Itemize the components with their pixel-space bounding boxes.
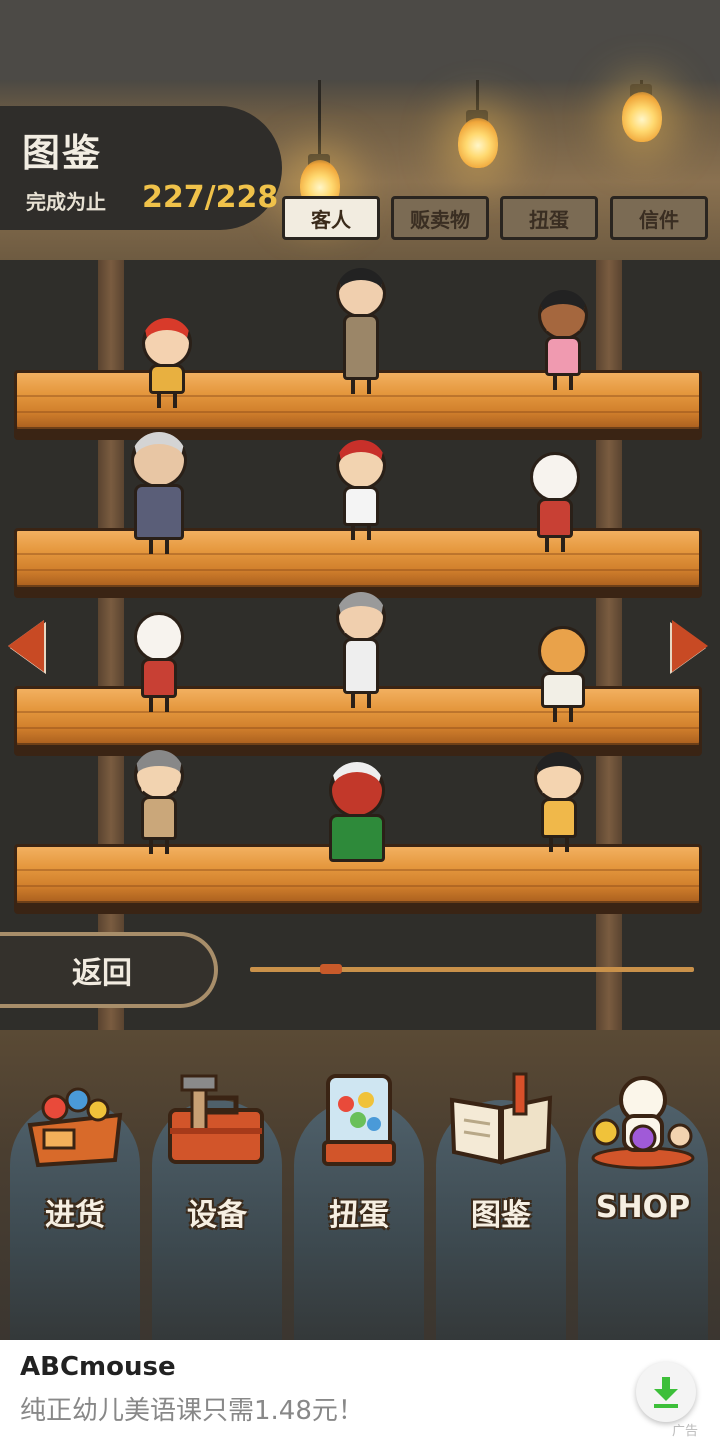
download-button[interactable] <box>636 1362 696 1422</box>
character-beanie-boy[interactable] <box>124 750 194 854</box>
open-book-icon[interactable] <box>446 1070 556 1170</box>
light-bulb-icon <box>622 92 662 142</box>
character-fox-mask[interactable] <box>520 452 590 552</box>
character-winter-girl[interactable] <box>132 318 202 408</box>
next-page-arrow-icon[interactable] <box>672 620 708 672</box>
ad-subtitle[interactable]: 纯正幼儿美语课只需1.48元！ <box>20 1390 364 1427</box>
gacha-machine-icon[interactable] <box>304 1070 414 1170</box>
character-fox-girl[interactable] <box>124 612 194 712</box>
character-cap-boy[interactable] <box>326 440 396 540</box>
previous-page-arrow-icon[interactable] <box>8 620 44 672</box>
character-gray-hair-man[interactable] <box>326 592 396 708</box>
progress-value: 227/228 <box>142 180 279 215</box>
menu-shop-label[interactable]: SHOP <box>573 1190 713 1225</box>
lucky-cat-icon[interactable] <box>588 1070 698 1170</box>
toolbox-icon[interactable] <box>162 1070 272 1170</box>
lamp-wire <box>476 80 479 114</box>
ad-title[interactable]: ABCmouse <box>20 1352 176 1382</box>
stock-basket-icon[interactable] <box>20 1070 130 1170</box>
character-tan-girl[interactable] <box>528 290 598 390</box>
character-lion-dancer[interactable] <box>322 762 392 862</box>
tab-gacha[interactable]: 扭蛋 <box>500 196 598 240</box>
progress-label: 完成为止 <box>26 190 106 214</box>
tab-letters[interactable]: 信件 <box>610 196 708 240</box>
menu-stock-label[interactable]: 进货 <box>5 1190 145 1234</box>
page-title: 图鉴 <box>22 131 103 175</box>
back-button[interactable]: 返回 <box>0 932 218 1008</box>
character-ponytail-girl[interactable] <box>524 752 594 852</box>
ad-tag: 广告 <box>672 1424 699 1439</box>
download-icon <box>654 1377 678 1408</box>
menu-equipment-label[interactable]: 设备 <box>147 1190 287 1234</box>
menu-encyclopedia-label[interactable]: 图鉴 <box>431 1190 571 1234</box>
light-bulb-icon <box>458 118 498 168</box>
top-bar <box>0 0 720 80</box>
lamp-wire <box>318 80 321 160</box>
tab-guests[interactable]: 客人 <box>282 196 380 240</box>
character-shiba-dog[interactable] <box>528 626 598 722</box>
page-slider-thumb[interactable] <box>320 964 342 974</box>
menu-gacha-label[interactable]: 扭蛋 <box>289 1190 429 1234</box>
character-sunglasses-man[interactable] <box>326 268 396 394</box>
tab-merchandise[interactable]: 贩卖物 <box>391 196 489 240</box>
character-old-woman[interactable] <box>124 432 194 554</box>
page-slider-track[interactable] <box>250 967 694 972</box>
